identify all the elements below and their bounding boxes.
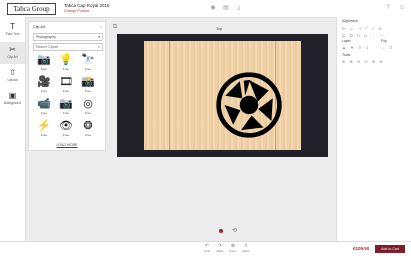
layer-icons[interactable]: ▲ ▼ ⇑ ⇓ xyxy=(342,45,370,50)
wood-product xyxy=(144,41,301,150)
undo-button[interactable]: ↶ Undo xyxy=(201,243,213,253)
clipart-price: Free xyxy=(40,111,48,115)
clipart-item[interactable]: 👁 Free xyxy=(56,119,76,139)
header-bar: Tabca Group Tabca Cap Royal 2016 Change … xyxy=(0,0,411,18)
bottom-toolbar: ↶ Undo ↷ Redo ⊕ Zoom ⇪ Share €109.50 Add… xyxy=(0,241,411,256)
flash-icon: ⚡ xyxy=(37,120,51,132)
tripod-light-icon: 💡 xyxy=(59,54,73,66)
tripod-icon: 🔭 xyxy=(81,54,95,66)
shutter-icon: ❂ xyxy=(83,120,93,132)
layers-icon[interactable]: ⧉ xyxy=(111,23,119,31)
share-label: Share xyxy=(242,249,250,253)
redo-label: Redo xyxy=(216,249,224,253)
panel-title: Clip Art xyxy=(33,25,46,29)
clipart-item[interactable]: ⚡ Free xyxy=(34,119,54,139)
nav-label: Upload xyxy=(7,78,18,82)
canvas-view-label: Top xyxy=(216,27,223,31)
nav-background[interactable]: ▣ Background xyxy=(0,88,25,110)
chevron-down-icon: ▾ xyxy=(98,35,100,39)
nav-label: Plain Text xyxy=(5,32,20,36)
video-camera-icon: 📹 xyxy=(37,98,51,110)
category-value: Photography xyxy=(36,35,56,39)
clipart-item[interactable]: 📷 Free xyxy=(56,97,76,117)
product-title[interactable]: Tabca Cap Royal 2016 xyxy=(64,3,110,8)
clipart-price: Free xyxy=(84,111,92,115)
zoom-button[interactable]: ⊕ Zoom xyxy=(227,243,239,253)
layer-label: Layer xyxy=(342,39,351,43)
clipart-item[interactable]: ❂ Free xyxy=(78,119,98,139)
clipart-item[interactable]: 📹 Free xyxy=(34,97,54,117)
background-icon: ▣ xyxy=(8,91,17,100)
clipart-panel: Clip Art × Photography ▾ Search Clipart … xyxy=(28,21,106,151)
alignment-icons[interactable]: ⊢ ⊥ ⊣ ⊤ ⊦ ⊨ xyxy=(342,26,384,31)
clipart-item[interactable]: 📸 Free xyxy=(78,75,98,95)
clipart-price: Free xyxy=(62,67,70,71)
nav-upload[interactable]: ⇧ Upload xyxy=(0,65,25,87)
nav-label: Background xyxy=(3,101,21,105)
tools-icons[interactable]: ⊕ ⊗ ⊘ ⊙ ⊚ ⊛ xyxy=(342,59,384,64)
distribute-icons[interactable]: ⊏ ⊐ ⊓ ⊔ ⋮ ⋯ xyxy=(342,33,385,38)
camera-icon: 📷 xyxy=(37,54,51,66)
alignment-label: Alignment xyxy=(342,19,358,23)
clipart-item[interactable]: 🔭 Free xyxy=(78,53,98,73)
search-icon[interactable]: ⌕ xyxy=(98,44,100,50)
clipart-price: Free xyxy=(84,67,92,71)
total-price: €109.50 xyxy=(353,246,370,251)
clipart-price: Free xyxy=(84,133,92,137)
rotate-view-icon[interactable]: ⟲ xyxy=(232,227,237,234)
clipart-price: Free xyxy=(62,111,70,115)
help-icon[interactable]: ? xyxy=(384,4,392,12)
clipart-price: Free xyxy=(62,133,70,137)
clipart-item[interactable]: 📷 Free xyxy=(34,53,54,73)
design-canvas[interactable] xyxy=(117,34,328,157)
undo-label: Undo xyxy=(203,249,211,253)
tools-label: Tools xyxy=(342,53,351,57)
clipart-price: Free xyxy=(40,133,48,137)
share-button[interactable]: ⇪ Share xyxy=(240,243,252,253)
user-icon[interactable]: ☺ xyxy=(398,4,406,12)
close-icon[interactable]: × xyxy=(100,24,102,29)
clipart-item[interactable]: 🎥 Free xyxy=(34,75,54,95)
search-placeholder: Search Clipart xyxy=(36,45,59,49)
flip-label: Flip xyxy=(381,39,387,43)
clipart-item[interactable]: ◎ Free xyxy=(78,97,98,117)
nav-clip-art[interactable]: ✂ Clip Art xyxy=(0,42,25,64)
document-icon[interactable]: ▤ xyxy=(222,4,230,12)
add-to-cart-button[interactable]: Add to Cart xyxy=(375,245,405,253)
clipart-icon: ✂ xyxy=(9,45,16,54)
reel-camera-icon: 🎥 xyxy=(37,76,51,88)
brand-logo[interactable]: Tabca Group xyxy=(7,3,56,15)
properties-panel: Alignment ⊢ ⊥ ⊣ ⊤ ⊦ ⊨ ⊏ ⊐ ⊓ ⊔ ⋮ ⋯ Layer … xyxy=(336,17,411,241)
clipart-item[interactable]: 💡 Free xyxy=(56,53,76,73)
category-select[interactable]: Photography ▾ xyxy=(33,33,103,41)
text-icon: T xyxy=(10,22,15,31)
change-product-link[interactable]: Change Product xyxy=(64,9,89,13)
clipart-item[interactable]: 🎞 Free xyxy=(56,75,76,95)
clipart-search-input[interactable]: Search Clipart ⌕ xyxy=(33,43,103,51)
flip-icons[interactable]: ⇔ ⇕ xyxy=(381,45,394,50)
clipart-price: Free xyxy=(40,67,48,71)
clipart-price: Free xyxy=(84,89,92,93)
upload-icon: ⇧ xyxy=(9,68,16,77)
film-icon: 🎞 xyxy=(59,76,73,88)
nav-plain-text[interactable]: T Plain Text xyxy=(0,19,25,41)
nav-label: Clip Art xyxy=(7,55,18,59)
eye-icon: 👁 xyxy=(59,120,73,132)
clipart-price: Free xyxy=(40,89,48,93)
download-icon[interactable]: ⤓ xyxy=(235,4,243,12)
wood-seam xyxy=(169,41,170,150)
lens-icon: ◎ xyxy=(83,98,93,110)
view-indicator-dot[interactable] xyxy=(219,229,223,233)
load-more-link[interactable]: LOAD MORE xyxy=(29,143,105,147)
shutter-clipart[interactable] xyxy=(216,72,282,138)
left-nav: T Plain Text ✂ Clip Art ⇧ Upload ▣ Backg… xyxy=(0,17,26,241)
zoom-label: Zoom xyxy=(229,249,237,253)
vintage-camera-icon: 📸 xyxy=(81,76,95,88)
slr-camera-icon: 📷 xyxy=(59,98,73,110)
redo-button[interactable]: ↷ Redo xyxy=(214,243,226,253)
clipart-price: Free xyxy=(62,89,70,93)
view-icon[interactable]: ◉ xyxy=(209,4,217,12)
